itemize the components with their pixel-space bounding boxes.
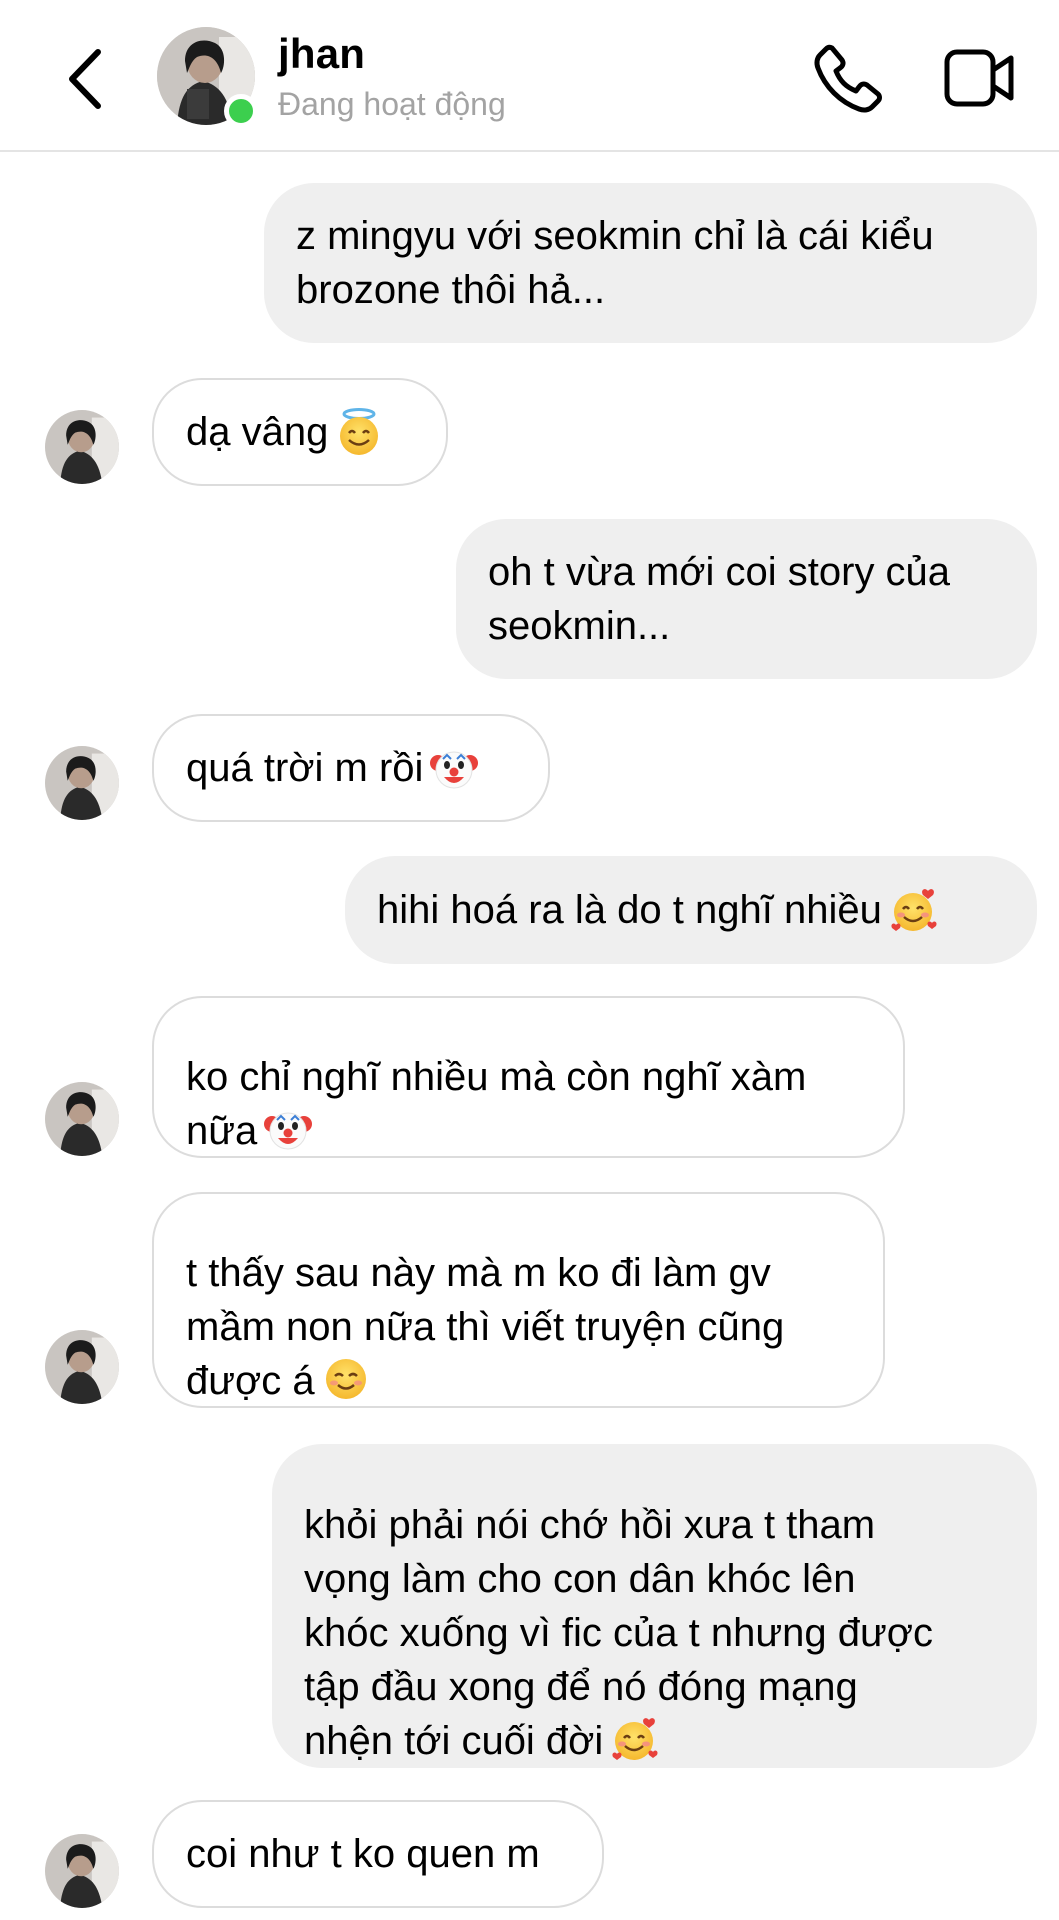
message-text: z mingyu với seokmin chỉ là cái kiểu bro…	[296, 214, 934, 312]
smiling-face-with-halo-icon	[340, 408, 379, 455]
back-button[interactable]	[60, 44, 110, 114]
message-text: t thấy sau này mà m ko đi làm gv mầm non…	[186, 1192, 784, 1408]
message-bubble-incoming[interactable]: ko chỉ nghĩ nhiều mà còn nghĩ xàm nữa	[152, 996, 905, 1158]
message-text: khỏi phải nói chớ hồi xưa t tham vọng là…	[304, 1444, 933, 1768]
message-bubble-outgoing[interactable]: z mingyu với seokmin chỉ là cái kiểu bro…	[264, 183, 1037, 343]
chevron-left-icon	[69, 49, 101, 109]
avatar-photo	[45, 1834, 119, 1908]
sender-avatar[interactable]	[45, 1834, 119, 1908]
smiling-face-with-hearts-icon	[891, 889, 937, 931]
clown-face-icon	[264, 1112, 313, 1150]
smiling-face-icon	[325, 1359, 366, 1399]
avatar-photo	[45, 1082, 119, 1156]
contact-status: Đang hoạt động	[278, 86, 506, 122]
message-text: quá trời m rồi	[186, 746, 424, 790]
message-bubble-outgoing[interactable]: oh t vừa mới coi story của seokmin...	[456, 519, 1037, 679]
message-text: coi như t ko quen m	[186, 1832, 540, 1876]
contact-name[interactable]: jhan	[278, 30, 365, 78]
chat-header: jhan Đang hoạt động	[0, 0, 1059, 152]
message-bubble-incoming[interactable]: t thấy sau này mà m ko đi làm gv mầm non…	[152, 1192, 885, 1408]
message-text: dạ vâng	[186, 410, 329, 454]
message-bubble-incoming[interactable]: dạ vâng	[152, 378, 448, 486]
sender-avatar[interactable]	[45, 1330, 119, 1404]
avatar-photo	[45, 410, 119, 484]
message-text: ko chỉ nghĩ nhiều mà còn nghĩ xàm nữa	[186, 996, 806, 1158]
video-camera-icon	[944, 49, 1014, 107]
online-indicator	[224, 94, 258, 128]
sender-avatar[interactable]	[45, 746, 119, 820]
message-bubble-outgoing[interactable]: khỏi phải nói chớ hồi xưa t tham vọng là…	[272, 1444, 1037, 1768]
phone-icon	[814, 44, 882, 113]
message-bubble-incoming[interactable]: coi như t ko quen m	[152, 1800, 604, 1908]
message-bubble-incoming[interactable]: quá trời m rồi	[152, 714, 550, 822]
avatar-photo	[45, 746, 119, 820]
clown-face-icon	[430, 751, 479, 789]
message-text-content: t thấy sau này mà m ko đi làm gv mầm non…	[186, 1251, 785, 1403]
message-text: oh t vừa mới coi story của seokmin...	[488, 550, 951, 648]
sender-avatar[interactable]	[45, 1082, 119, 1156]
avatar-photo	[45, 1330, 119, 1404]
message-bubble-outgoing[interactable]: hihi hoá ra là do t nghĩ nhiều	[345, 856, 1037, 964]
message-text: hihi hoá ra là do t nghĩ nhiều	[377, 888, 882, 932]
chat-screen: jhan Đang hoạt động z mingyu với seokmin…	[0, 0, 1059, 1920]
sender-avatar[interactable]	[45, 410, 119, 484]
smiling-face-with-hearts-icon	[612, 1718, 658, 1760]
voice-call-button[interactable]	[812, 42, 884, 114]
video-call-button[interactable]	[944, 46, 1016, 110]
